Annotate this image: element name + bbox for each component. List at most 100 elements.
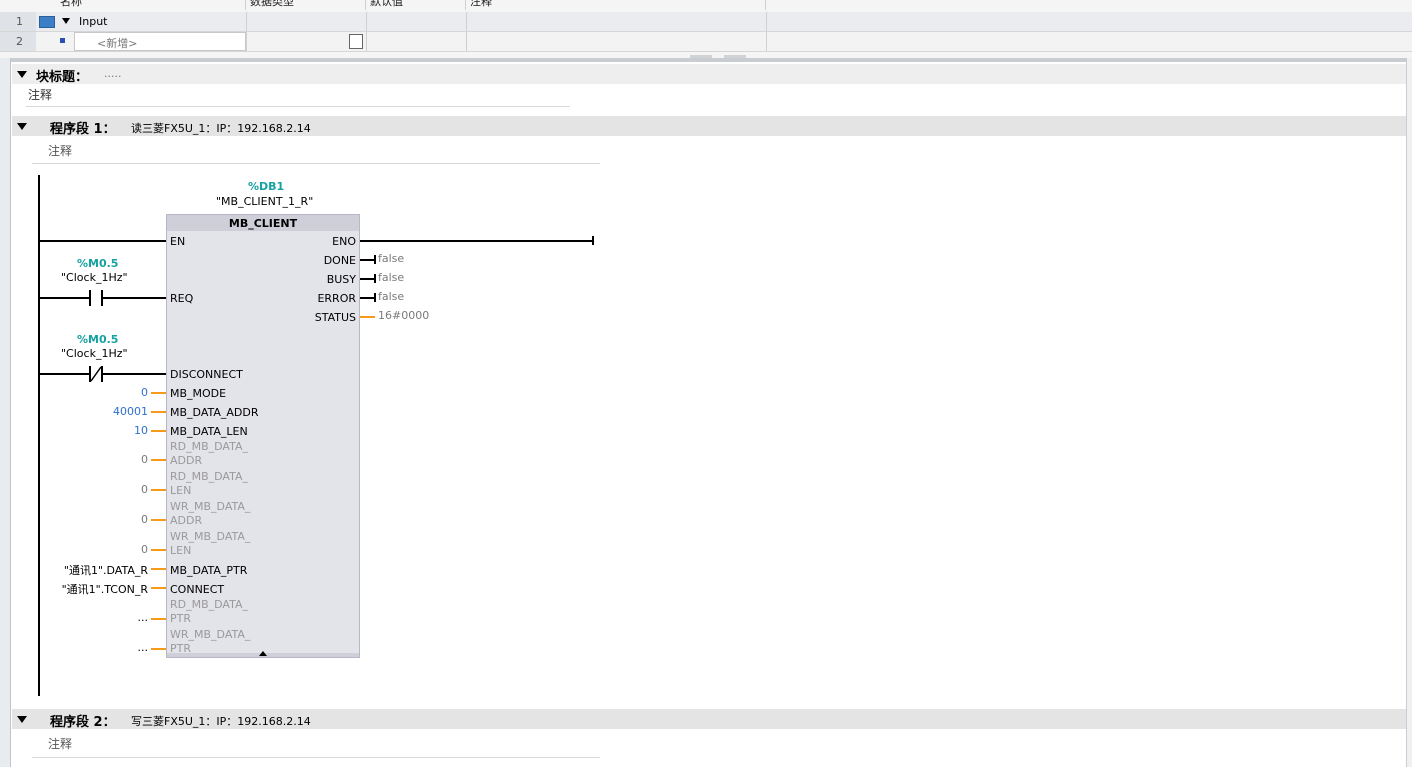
no-contact-icon[interactable] xyxy=(89,290,91,306)
pin-busy: BUSY xyxy=(326,273,356,286)
busy-value: false xyxy=(378,271,405,284)
collapse-arrow-icon[interactable] xyxy=(17,71,27,78)
network-1-label: 程序段 1： xyxy=(50,122,116,137)
wr-len-value[interactable]: 0 xyxy=(141,543,148,556)
pin-wr-mb-data-addr: WR_MB_DATA_ ADDR xyxy=(170,500,251,527)
wr-addr-wire xyxy=(151,519,166,521)
connect-wire xyxy=(151,587,166,589)
interface-row-input[interactable]: 1 Input xyxy=(0,12,1412,32)
wr-len-wire xyxy=(151,549,166,551)
datatype-picker-icon[interactable] xyxy=(349,34,363,49)
block-title-value[interactable]: ..... xyxy=(104,67,121,80)
pin-mb-mode: MB_MODE xyxy=(170,387,227,400)
mb-data-addr-wire xyxy=(151,411,166,413)
rd-len-value[interactable]: 0 xyxy=(141,483,148,496)
pin-wr-mb-data-ptr: WR_MB_DATA_ PTR xyxy=(170,628,251,655)
rd-ptr-value[interactable]: ... xyxy=(138,611,149,624)
block-comment[interactable]: 注释 xyxy=(28,86,52,103)
rd-addr-value[interactable]: 0 xyxy=(141,453,148,466)
header-name[interactable]: 名称 xyxy=(36,0,246,10)
pin-mb-data-len: MB_DATA_LEN xyxy=(170,425,248,438)
pin-done: DONE xyxy=(323,254,356,267)
row-number: 1 xyxy=(0,12,36,31)
busy-wire xyxy=(360,278,375,280)
interface-row-new[interactable]: 2 <新增> xyxy=(0,32,1412,52)
status-wire xyxy=(360,316,375,318)
wr-addr-value[interactable]: 0 xyxy=(141,513,148,526)
network-2-header[interactable]: 程序段 2： 写三菱FX5U_1：IP：192.168.2.14 xyxy=(12,709,1406,730)
done-value: false xyxy=(378,252,405,265)
power-rail xyxy=(38,175,40,696)
row-name: Input xyxy=(79,15,108,28)
header-datatype[interactable]: 数据类型 xyxy=(246,0,366,10)
pin-rd-mb-data-addr: RD_MB_DATA_ ADDR xyxy=(170,440,248,467)
splitter-bar[interactable] xyxy=(0,58,1412,62)
header-datatype-label: 数据类型 xyxy=(250,0,294,8)
eno-end xyxy=(592,236,594,245)
new-member-placeholder: <新增> xyxy=(97,37,138,50)
network-1-title[interactable]: 读三菱FX5U_1：IP：192.168.2.14 xyxy=(131,120,311,136)
pin-rd-mb-data-ptr: RD_MB_DATA_ PTR xyxy=(170,598,248,625)
pin-rd-mb-data-len: RD_MB_DATA_ LEN xyxy=(170,470,248,497)
left-panel-strip[interactable] xyxy=(0,58,11,767)
mb-mode-wire xyxy=(151,392,166,394)
collapse-arrow-icon[interactable] xyxy=(62,18,70,24)
rd-ptr-wire xyxy=(151,618,166,620)
wr-ptr-wire xyxy=(151,648,166,650)
divider xyxy=(26,106,570,107)
rd-len-wire xyxy=(151,489,166,491)
header-name-label: 名称 xyxy=(60,0,82,8)
vertical-scrollbar[interactable] xyxy=(1406,58,1412,767)
instance-db-address[interactable]: %DB1 xyxy=(248,180,284,193)
pin-en: EN xyxy=(170,235,186,248)
collapse-up-icon[interactable] xyxy=(259,651,267,656)
network-2-comment[interactable]: 注释 xyxy=(48,735,72,752)
req-wire-left xyxy=(40,297,90,299)
header-default-label: 默认值 xyxy=(370,0,403,8)
disconnect-contact-name[interactable]: "Clock_1Hz" xyxy=(61,347,128,360)
header-default[interactable]: 默认值 xyxy=(366,0,466,10)
header-comment-label: 注释 xyxy=(470,0,492,8)
interface-table: 名称 数据类型 默认值 注释 1 Input 2 <新增> xyxy=(0,0,1412,58)
collapse-arrow-icon[interactable] xyxy=(17,123,27,130)
req-contact-address[interactable]: %M0.5 xyxy=(77,257,118,270)
input-section-icon xyxy=(39,16,55,28)
pin-req: REQ xyxy=(170,292,194,305)
collapse-arrow-icon[interactable] xyxy=(17,716,27,723)
connect-value[interactable]: "通讯1".TCON_R xyxy=(62,581,148,597)
divider xyxy=(32,757,600,758)
pin-connect: CONNECT xyxy=(170,583,225,596)
block-title-label: 块标题： xyxy=(36,70,89,85)
header-comment[interactable]: 注释 xyxy=(466,0,766,10)
network-2-title[interactable]: 写三菱FX5U_1：IP：192.168.2.14 xyxy=(131,713,311,729)
mb-data-len-value[interactable]: 10 xyxy=(134,424,148,437)
network-1-comment[interactable]: 注释 xyxy=(48,142,72,159)
pin-disconnect: DISCONNECT xyxy=(170,368,243,381)
nc-contact-slash xyxy=(90,366,102,382)
block-name: MB_CLIENT xyxy=(228,217,298,230)
pin-error: ERROR xyxy=(317,292,356,305)
mb-data-ptr-wire xyxy=(151,568,166,570)
rd-addr-wire xyxy=(151,459,166,461)
mb-data-len-wire xyxy=(151,430,166,432)
network-1-header[interactable]: 程序段 1： 读三菱FX5U_1：IP：192.168.2.14 xyxy=(12,116,1406,137)
network-2-label: 程序段 2： xyxy=(50,715,116,730)
mb-mode-value[interactable]: 0 xyxy=(141,386,148,399)
wr-ptr-value[interactable]: ... xyxy=(138,641,149,654)
en-wire xyxy=(40,240,166,242)
disconnect-contact-address[interactable]: %M0.5 xyxy=(77,333,118,346)
pin-mb-data-addr: MB_DATA_ADDR xyxy=(170,406,259,419)
instance-db-name[interactable]: "MB_CLIENT_1_R" xyxy=(216,195,313,208)
mb-data-addr-value[interactable]: 40001 xyxy=(113,405,148,418)
req-contact-name[interactable]: "Clock_1Hz" xyxy=(61,271,128,284)
block-title-bar[interactable]: 块标题： ..... xyxy=(12,64,1406,85)
mb-data-ptr-value[interactable]: "通讯1".DATA_R xyxy=(64,562,148,578)
pin-wr-mb-data-len: WR_MB_DATA_ LEN xyxy=(170,530,251,557)
disconnect-wire-left xyxy=(40,373,90,375)
row-number: 2 xyxy=(0,32,36,51)
member-icon xyxy=(60,38,65,43)
pin-eno: ENO xyxy=(332,235,356,248)
new-member-field[interactable]: <新增> xyxy=(74,32,246,51)
pin-mb-data-ptr: MB_DATA_PTR xyxy=(170,564,248,577)
req-wire-right xyxy=(103,297,166,299)
